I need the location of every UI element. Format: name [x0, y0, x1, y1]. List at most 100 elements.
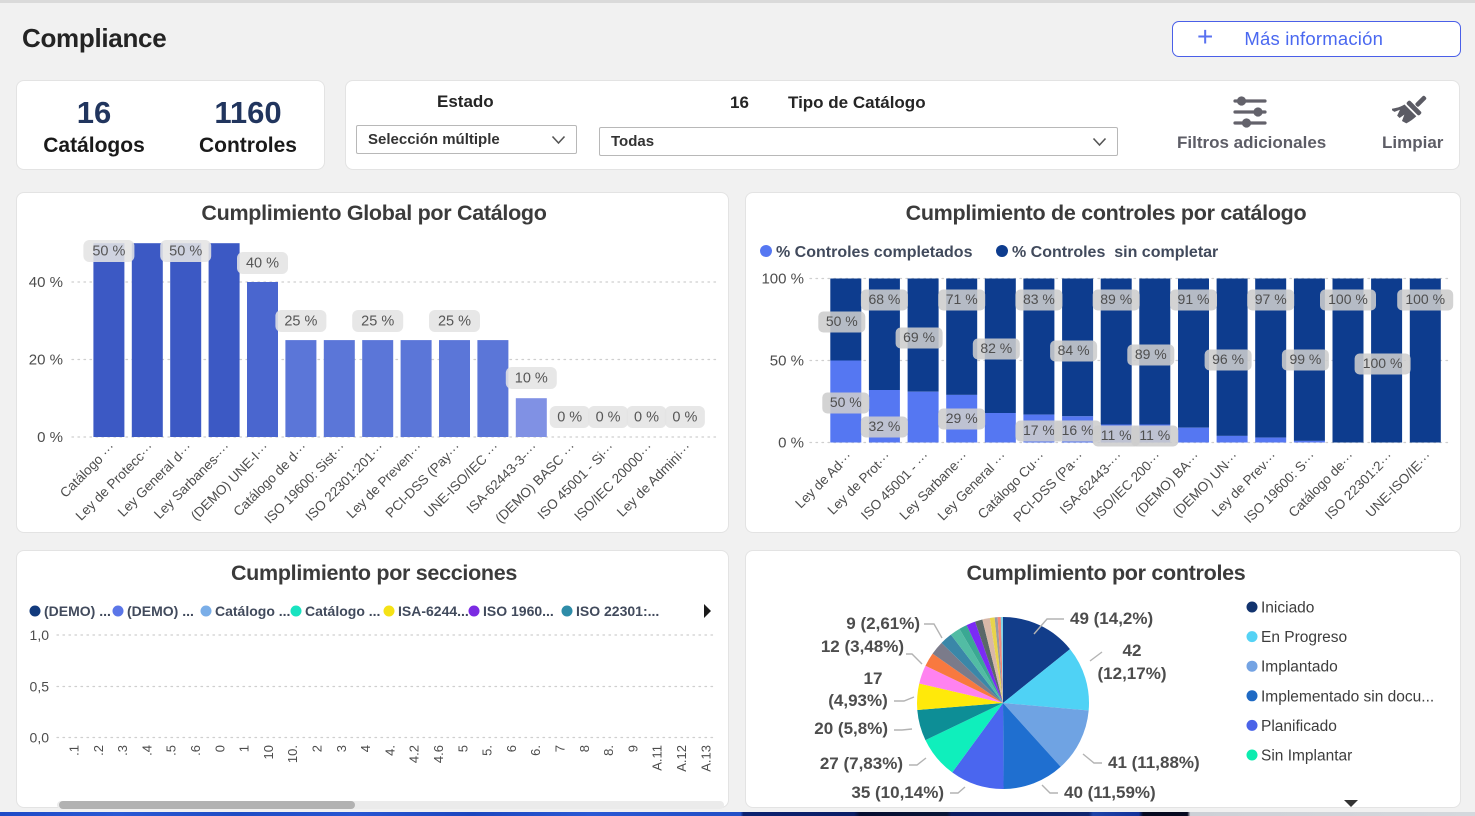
- svg-text:Sin Implantar: Sin Implantar: [1261, 748, 1352, 765]
- svg-text:50 %: 50 %: [826, 313, 858, 329]
- svg-text:(4,93%): (4,93%): [828, 691, 888, 710]
- svg-text:% Controles completados: % Controles completados: [776, 244, 973, 261]
- svg-text:ISO 1960...: ISO 1960...: [483, 603, 554, 619]
- svg-text:8.: 8.: [601, 745, 616, 756]
- svg-text:.1: .1: [67, 745, 82, 756]
- svg-text:En Progreso: En Progreso: [1261, 629, 1347, 646]
- svg-text:4: 4: [358, 745, 373, 752]
- svg-text:12 (3,48%): 12 (3,48%): [821, 637, 904, 656]
- svg-text:Implantado: Implantado: [1261, 659, 1338, 676]
- svg-text:20 %: 20 %: [29, 352, 63, 369]
- svg-text:Planificado: Planificado: [1261, 718, 1337, 735]
- svg-text:2: 2: [310, 745, 325, 752]
- svg-text:(DEMO) ...: (DEMO) ...: [127, 603, 194, 619]
- svg-text:6: 6: [504, 745, 519, 752]
- svg-text:100 %: 100 %: [761, 271, 804, 288]
- svg-text:0,0: 0,0: [30, 730, 50, 746]
- svg-text:Cumplimiento Global por Catálo: Cumplimiento Global por Catálogo: [201, 201, 546, 225]
- svg-text:A.11: A.11: [650, 745, 665, 771]
- svg-text:69 %: 69 %: [903, 329, 935, 345]
- svg-text:83 %: 83 %: [1023, 291, 1055, 307]
- svg-text:6.: 6.: [528, 745, 543, 756]
- svg-text:41 (11,88%): 41 (11,88%): [1108, 753, 1200, 772]
- svg-text:0 %: 0 %: [672, 410, 697, 426]
- svg-text:25 %: 25 %: [438, 314, 471, 330]
- svg-text:0: 0: [212, 745, 227, 752]
- svg-text:20 (5,8%): 20 (5,8%): [814, 719, 888, 738]
- svg-text:4.: 4.: [382, 745, 397, 756]
- svg-text:Implementado sin docu...: Implementado sin docu...: [1261, 688, 1434, 705]
- svg-text:1: 1: [237, 745, 252, 752]
- svg-text:Catálogo ...: Catálogo ...: [215, 603, 290, 619]
- svg-text:A.12: A.12: [674, 745, 689, 772]
- svg-text:10: 10: [261, 745, 276, 759]
- svg-text:.3: .3: [115, 745, 130, 756]
- svg-text:11 %: 11 %: [1101, 427, 1132, 443]
- svg-text:49 (14,2%): 49 (14,2%): [1070, 609, 1153, 628]
- svg-text:10.: 10.: [285, 745, 300, 763]
- svg-text:100 %: 100 %: [1328, 291, 1368, 307]
- svg-text:68 %: 68 %: [868, 291, 900, 307]
- svg-text:.6: .6: [188, 745, 203, 756]
- svg-text:5.: 5.: [480, 745, 495, 756]
- svg-text:Cumplimiento por secciones: Cumplimiento por secciones: [231, 561, 517, 585]
- svg-text:25 %: 25 %: [284, 314, 317, 330]
- svg-text:17: 17: [864, 669, 883, 688]
- svg-text:100 %: 100 %: [1405, 291, 1445, 307]
- svg-text:27 (7,83%): 27 (7,83%): [820, 754, 903, 773]
- svg-text:35 (10,14%): 35 (10,14%): [851, 783, 944, 802]
- svg-text:Catálogo ...: Catálogo ...: [305, 603, 380, 619]
- svg-text:Ley Sarbane···: Ley Sarbane···: [897, 449, 971, 523]
- svg-text:ISO/IEC 200···: ISO/IEC 200···: [1090, 449, 1164, 523]
- svg-text:40 %: 40 %: [246, 256, 279, 272]
- svg-text:17 %: 17 %: [1023, 422, 1055, 438]
- svg-text:4.6: 4.6: [431, 745, 446, 763]
- svg-text:50 %: 50 %: [169, 244, 202, 260]
- svg-text:5: 5: [455, 745, 470, 752]
- svg-text:50 %: 50 %: [92, 244, 125, 260]
- svg-text:7: 7: [553, 745, 568, 752]
- svg-text:29 %: 29 %: [946, 410, 978, 426]
- svg-text:71 %: 71 %: [946, 291, 978, 307]
- svg-text:(12,17%): (12,17%): [1098, 664, 1167, 683]
- svg-text:40 (11,59%): 40 (11,59%): [1064, 783, 1156, 802]
- svg-text:9: 9: [625, 745, 640, 752]
- svg-text:50 %: 50 %: [770, 353, 804, 370]
- svg-text:A.13: A.13: [698, 745, 713, 772]
- svg-text:25 %: 25 %: [361, 314, 394, 330]
- svg-text:84 %: 84 %: [1058, 342, 1090, 358]
- svg-text:.4: .4: [139, 745, 154, 756]
- svg-text:42: 42: [1123, 641, 1142, 660]
- svg-text:97 %: 97 %: [1255, 291, 1287, 307]
- svg-text:ISO 22301:2···: ISO 22301:2···: [1322, 449, 1396, 523]
- svg-text:0 %: 0 %: [778, 435, 804, 452]
- svg-text:8: 8: [577, 745, 592, 752]
- svg-text:96 %: 96 %: [1212, 351, 1244, 367]
- svg-text:ISO 45001 - ···: ISO 45001 - ···: [858, 449, 932, 523]
- svg-text:ISO 22301:...: ISO 22301:...: [576, 603, 659, 619]
- svg-text:3: 3: [334, 745, 349, 752]
- svg-text:0 %: 0 %: [634, 410, 659, 426]
- svg-text:.5: .5: [164, 745, 179, 756]
- svg-text:% Controles sin completar: % Controles sin completar: [1012, 244, 1218, 261]
- svg-text:ISA-6244...: ISA-6244...: [398, 603, 469, 619]
- svg-text:100 %: 100 %: [1363, 355, 1403, 371]
- svg-text:99 %: 99 %: [1289, 351, 1321, 367]
- svg-text:40 %: 40 %: [29, 274, 63, 291]
- svg-text:10 %: 10 %: [515, 371, 548, 387]
- svg-text:0 %: 0 %: [596, 410, 621, 426]
- svg-text:(DEMO) ...: (DEMO) ...: [44, 603, 111, 619]
- svg-text:82 %: 82 %: [980, 340, 1012, 356]
- svg-text:0,5: 0,5: [30, 679, 50, 695]
- svg-text:9 (2,61%): 9 (2,61%): [846, 614, 920, 633]
- svg-text:Cumplimiento por controles: Cumplimiento por controles: [967, 561, 1246, 585]
- svg-text:1,0: 1,0: [30, 627, 50, 643]
- svg-text:91 %: 91 %: [1178, 291, 1210, 307]
- svg-text:Cumplimiento de controles por: Cumplimiento de controles por catálogo: [906, 201, 1307, 225]
- svg-text:11 %: 11 %: [1139, 427, 1170, 443]
- svg-text:32 %: 32 %: [868, 418, 900, 434]
- svg-text:0 %: 0 %: [37, 429, 63, 446]
- svg-text:.2: .2: [91, 745, 106, 756]
- svg-text:Ley General ···: Ley General ···: [935, 449, 1010, 524]
- svg-text:89 %: 89 %: [1135, 346, 1167, 362]
